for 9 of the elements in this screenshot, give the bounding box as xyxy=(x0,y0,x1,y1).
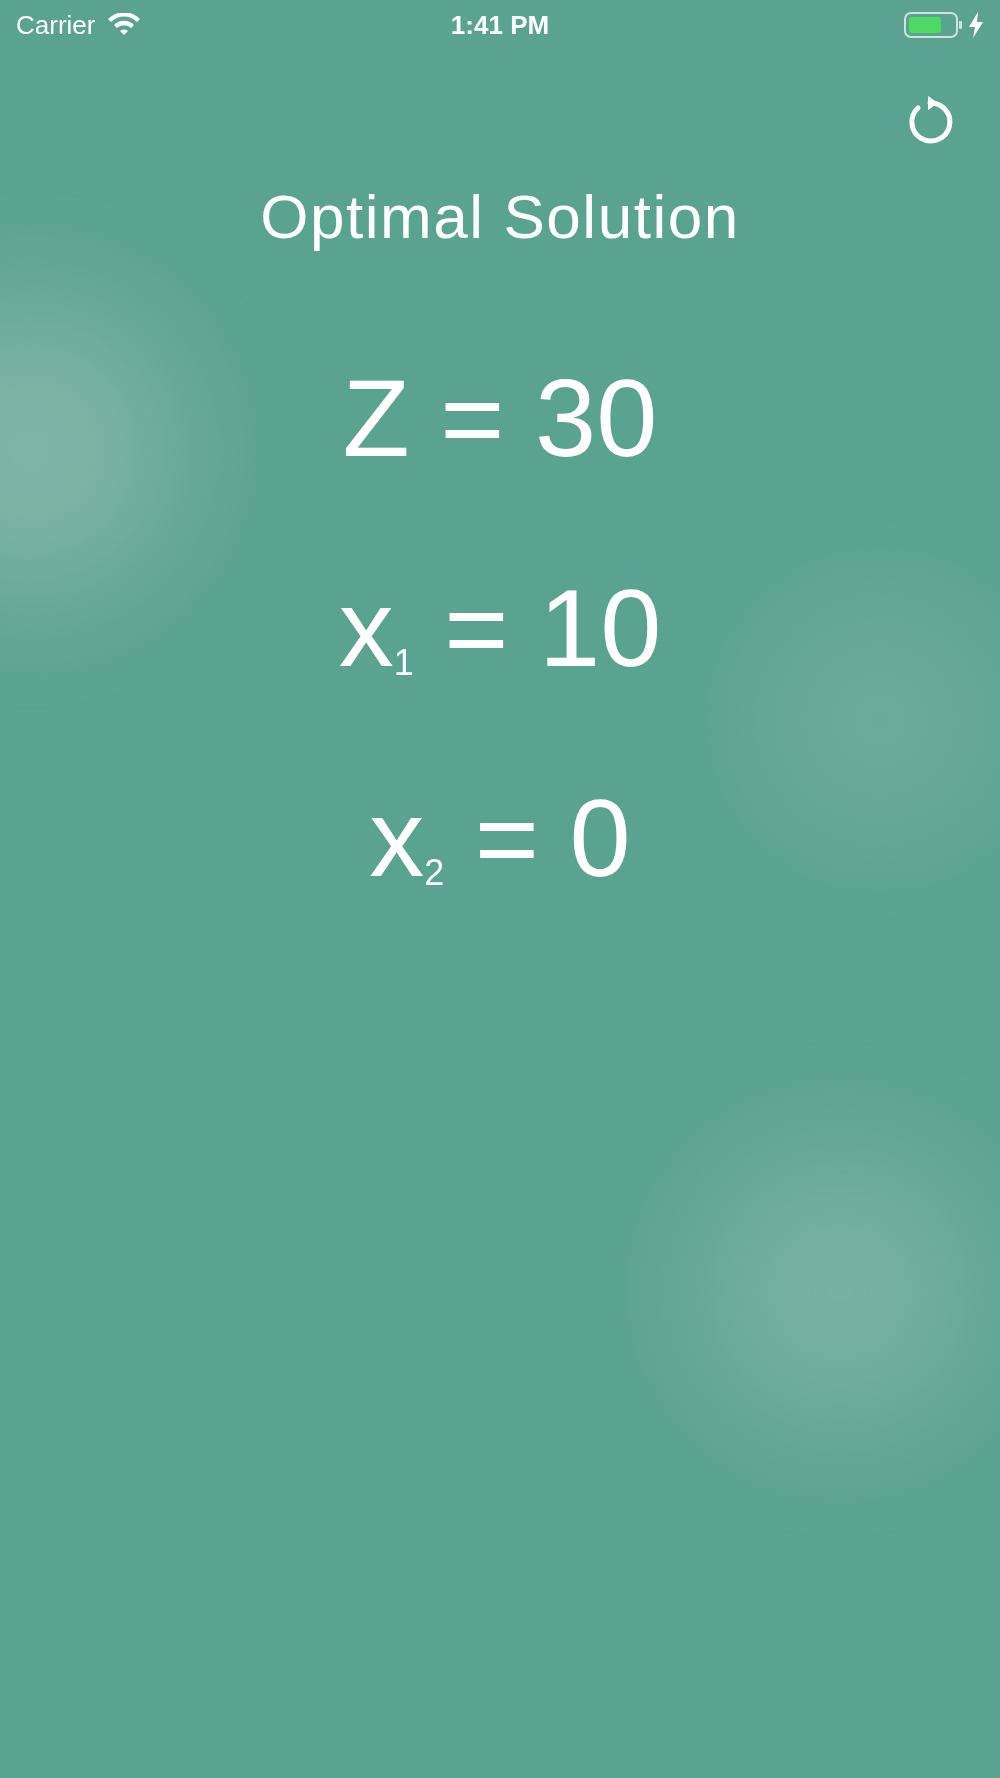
wifi-icon xyxy=(107,13,142,37)
equation: Z = 30 xyxy=(342,363,658,473)
solution-title: Optimal Solution xyxy=(260,181,740,253)
equation: x$_{2}$ = 0 xyxy=(369,783,631,893)
carrier-label: Carrier xyxy=(16,8,96,42)
equation: x$_{1}$ = 10 xyxy=(338,573,662,683)
status-time: 1:41 PM xyxy=(450,8,550,42)
charging-bolt-icon xyxy=(968,12,984,38)
battery-icon xyxy=(904,11,964,39)
